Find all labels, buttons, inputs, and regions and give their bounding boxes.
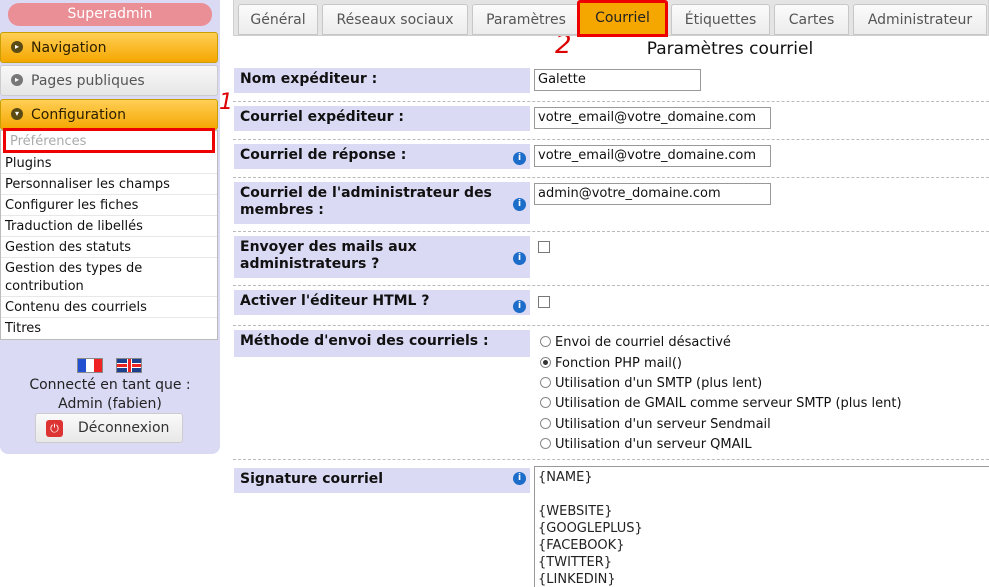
tab-bar: Général Réseaux sociaux Paramètres Courr…	[233, 0, 989, 37]
html-editor-row: Activer l'éditeur HTML ? i	[233, 286, 989, 326]
public-pages-button[interactable]: ▸ Pages publiques	[0, 65, 218, 96]
info-icon[interactable]: i	[513, 472, 526, 485]
sender-email-row: Courriel expéditeur : votre_email@votre_…	[233, 102, 989, 140]
method-label: Envoi de courriel désactivé	[555, 335, 731, 350]
connected-as-label: Connecté en tant que :	[29, 377, 191, 393]
sender-email-label: Courriel expéditeur :	[234, 106, 530, 131]
tab-maps[interactable]: Cartes	[774, 4, 849, 35]
sender-name-row: Nom expéditeur : Galette	[233, 64, 989, 102]
method-label: Fonction PHP mail()	[555, 356, 682, 371]
sidebar-item-preferences[interactable]: Préférences	[3, 128, 215, 153]
tab-email[interactable]: Courriel	[577, 0, 668, 37]
tab-parameters[interactable]: Paramètres	[472, 4, 580, 35]
sidebar-item-titles[interactable]: Titres	[1, 318, 217, 339]
sidebar: Superadmin ▸ Navigation ▸ Pages publique…	[0, 0, 220, 454]
configuration-menu: Préférences Plugins Personnaliser les ch…	[0, 128, 218, 340]
reply-to-field[interactable]: votre_email@votre_domaine.com	[534, 145, 771, 167]
tab-administrator[interactable]: Administrateur	[853, 4, 987, 35]
html-editor-checkbox[interactable]	[538, 296, 550, 308]
mail-admins-checkbox[interactable]	[538, 241, 550, 253]
chevron-down-icon: ▾	[11, 108, 23, 120]
html-editor-label: Activer l'éditeur HTML ?	[234, 290, 530, 315]
sidebar-item-customize-fields[interactable]: Personnaliser les champs	[1, 174, 217, 195]
signature-label: Signature courriel	[234, 468, 530, 493]
reply-to-row: Courriel de réponse : i votre_email@votr…	[233, 140, 989, 178]
public-pages-label: Pages publiques	[31, 73, 145, 89]
info-icon[interactable]: i	[513, 300, 526, 313]
navigation-label: Navigation	[31, 40, 107, 56]
english-flag-icon[interactable]	[116, 358, 142, 373]
mail-admins-row: Envoyer des mails aux administrateurs ? …	[233, 232, 989, 286]
admin-email-row: Courriel de l'administrateur des membres…	[233, 178, 989, 232]
logout-label: Déconnexion	[78, 420, 170, 436]
sidebar-item-configure-forms[interactable]: Configurer les fiches	[1, 195, 217, 216]
reply-to-label: Courriel de réponse :	[234, 144, 530, 169]
page-title: Paramètres courriel	[646, 39, 814, 59]
login-status: Connecté en tant que : Admin (fabien)	[0, 376, 220, 414]
sidebar-item-contribution-types[interactable]: Gestion des types de contribution	[1, 258, 217, 297]
username: Admin (fabien)	[58, 396, 162, 412]
info-icon[interactable]: i	[513, 252, 526, 265]
configuration-button[interactable]: ▾ Configuration	[0, 99, 218, 130]
radio-button-selected[interactable]	[540, 357, 551, 368]
tab-social-networks[interactable]: Réseaux sociaux	[322, 4, 468, 35]
annotation-1: 1	[219, 90, 233, 115]
radio-button[interactable]	[540, 377, 551, 388]
admin-email-field[interactable]: admin@votre_domaine.com	[534, 183, 771, 205]
chevron-right-icon: ▸	[11, 41, 23, 53]
method-qmail-option[interactable]: Utilisation d'un serveur QMAIL	[540, 435, 752, 455]
tab-labels[interactable]: Étiquettes	[671, 4, 770, 35]
send-method-row: Méthode d'envoi des courriels : Envoi de…	[233, 326, 989, 460]
method-php-mail-option[interactable]: Fonction PHP mail()	[540, 354, 682, 374]
logout-button[interactable]: ⏻ Déconnexion	[35, 413, 183, 443]
method-label: Utilisation de GMAIL comme serveur SMTP …	[555, 396, 902, 411]
method-sendmail-option[interactable]: Utilisation d'un serveur Sendmail	[540, 415, 771, 435]
sidebar-item-plugins[interactable]: Plugins	[1, 153, 217, 174]
tab-general[interactable]: Général	[238, 4, 318, 35]
info-icon[interactable]: i	[513, 198, 526, 211]
admin-email-label: Courriel de l'administrateur des membres…	[234, 182, 530, 224]
radio-button[interactable]	[540, 336, 551, 347]
radio-button[interactable]	[540, 438, 551, 449]
french-flag-icon[interactable]	[77, 358, 103, 373]
info-icon[interactable]: i	[513, 152, 526, 165]
send-method-label: Méthode d'envoi des courriels :	[234, 330, 530, 357]
sidebar-item-translations[interactable]: Traduction de libellés	[1, 216, 217, 237]
radio-button[interactable]	[540, 397, 551, 408]
signature-row: Signature courriel i {NAME} {WEBSITE} {G…	[233, 464, 989, 587]
sidebar-item-email-contents[interactable]: Contenu des courriels	[1, 297, 217, 318]
method-label: Utilisation d'un SMTP (plus lent)	[555, 376, 763, 391]
chevron-right-icon: ▸	[11, 74, 23, 86]
configuration-label: Configuration	[31, 107, 126, 123]
sender-name-field[interactable]: Galette	[534, 69, 701, 91]
method-disabled-option[interactable]: Envoi de courriel désactivé	[540, 333, 731, 353]
method-smtp-option[interactable]: Utilisation d'un SMTP (plus lent)	[540, 374, 762, 394]
method-label: Utilisation d'un serveur QMAIL	[555, 437, 752, 452]
sender-email-field[interactable]: votre_email@votre_domaine.com	[534, 107, 771, 129]
method-label: Utilisation d'un serveur Sendmail	[555, 417, 771, 432]
power-icon: ⏻	[46, 420, 63, 437]
radio-button[interactable]	[540, 418, 551, 429]
superadmin-badge: Superadmin	[8, 3, 212, 26]
mail-admins-label: Envoyer des mails aux administrateurs ?	[234, 236, 530, 278]
navigation-button[interactable]: ▸ Navigation	[0, 32, 218, 63]
sidebar-item-statuses[interactable]: Gestion des statuts	[1, 237, 217, 258]
method-gmail-option[interactable]: Utilisation de GMAIL comme serveur SMTP …	[540, 394, 902, 414]
signature-textarea[interactable]: {NAME} {WEBSITE} {GOOGLEPLUS} {FACEBOOK}…	[534, 466, 989, 587]
sender-name-label: Nom expéditeur :	[234, 68, 530, 93]
